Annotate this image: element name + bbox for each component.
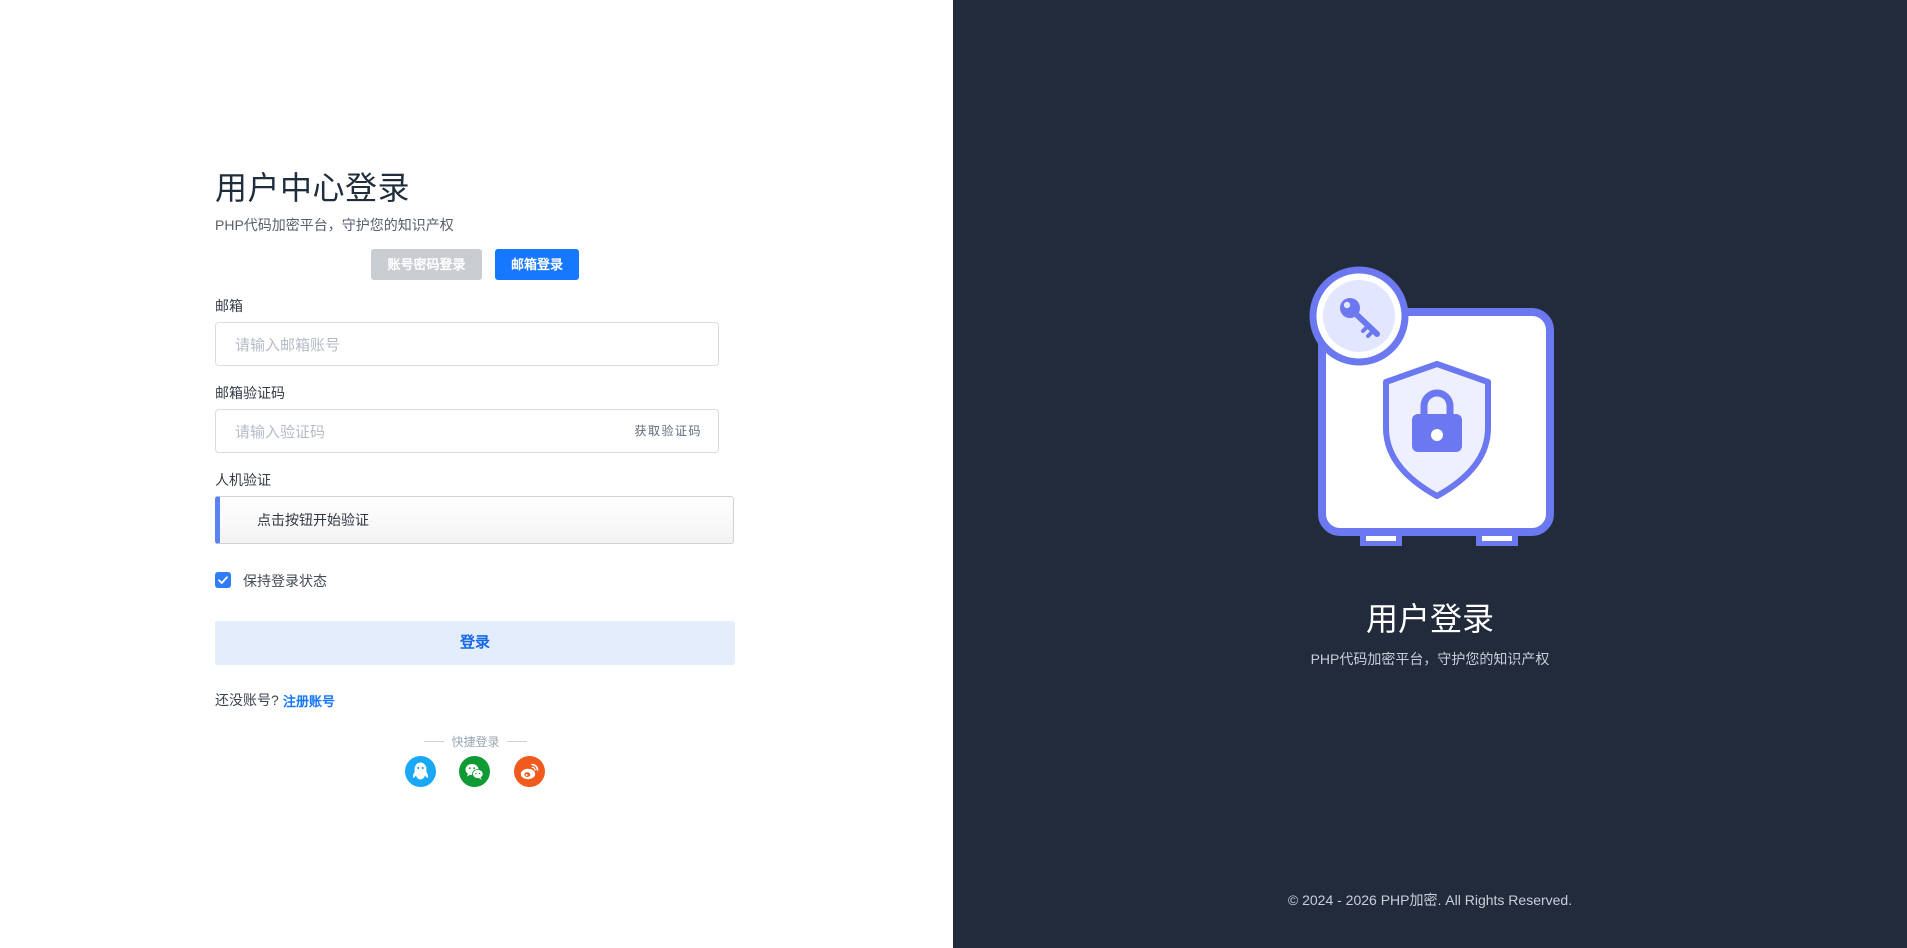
captcha-label: 人机验证 bbox=[215, 472, 271, 488]
hero-subtitle-text: PHP代码加密平台，守护您的知识产权 bbox=[1310, 651, 1550, 667]
tab-password-login[interactable]: 账号密码登录 bbox=[371, 249, 482, 280]
wechat-login-button[interactable] bbox=[459, 756, 490, 787]
login-button[interactable]: 登录 bbox=[215, 621, 735, 665]
hero-title-text: 用户登录 bbox=[1365, 601, 1494, 637]
verification-code-input[interactable] bbox=[233, 410, 617, 454]
remember-label[interactable]: 保持登录状态 bbox=[243, 571, 327, 591]
register-prompt: 还没账号? bbox=[215, 692, 279, 708]
qq-login-button[interactable] bbox=[405, 756, 436, 787]
code-label: 邮箱验证码 bbox=[215, 385, 285, 401]
email-label: 邮箱 bbox=[215, 298, 243, 314]
register-link[interactable]: 注册账号 bbox=[283, 691, 335, 710]
page-title: 用户中心登录 bbox=[215, 170, 411, 206]
weibo-login-button[interactable] bbox=[514, 756, 545, 787]
hero-subtitle: PHP代码加密平台，守护您的知识产权 bbox=[953, 649, 1907, 669]
captcha-button[interactable]: 点击按钮开始验证 bbox=[215, 496, 734, 544]
login-panel: 用户中心登录 PHP代码加密平台，守护您的知识产权 账号密码登录 邮箱登录 邮箱… bbox=[0, 0, 953, 948]
tab-email-login[interactable]: 邮箱登录 bbox=[495, 249, 579, 280]
qq-icon bbox=[412, 762, 429, 780]
code-input-wrapper: 获取验证码 bbox=[215, 409, 719, 454]
weibo-icon bbox=[520, 763, 539, 780]
email-input[interactable] bbox=[233, 323, 617, 367]
remember-checkbox[interactable] bbox=[215, 572, 231, 588]
page-subtitle: PHP代码加密平台，守护您的知识产权 bbox=[215, 217, 454, 233]
safe-with-shield-lock-and-key-icon bbox=[1309, 266, 1554, 546]
email-input-wrapper bbox=[215, 322, 719, 367]
captcha-prompt: 点击按钮开始验证 bbox=[257, 512, 369, 528]
divider-right bbox=[507, 741, 527, 742]
hero-title: 用户登录 bbox=[953, 594, 1907, 640]
footer-copyright: © 2024 - 2026 PHP加密. All Rights Reserved… bbox=[1287, 892, 1573, 908]
checkmark-icon bbox=[218, 576, 228, 584]
get-code-button[interactable]: 获取验证码 bbox=[634, 410, 702, 452]
wechat-icon bbox=[465, 764, 484, 780]
